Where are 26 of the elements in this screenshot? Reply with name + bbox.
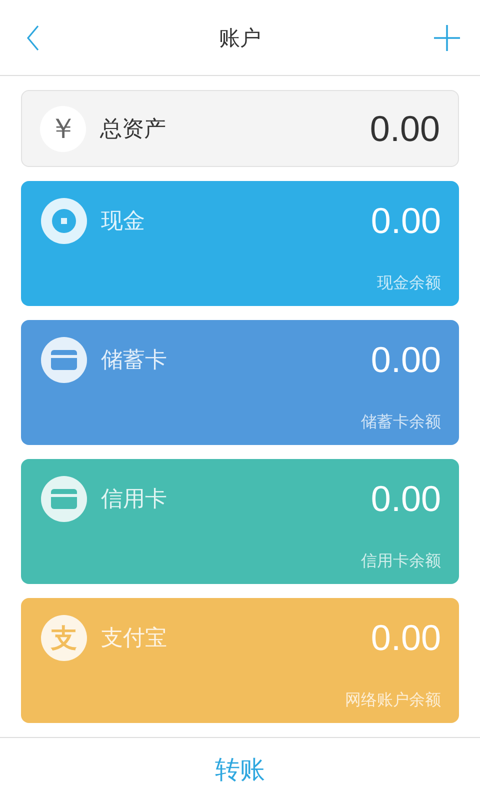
account-amount: 0.00	[370, 200, 441, 242]
account-card[interactable]: 信用卡 0.00 信用卡余额	[21, 459, 459, 584]
account-amount: 0.00	[370, 478, 441, 520]
alipay-icon: 支	[41, 615, 87, 661]
balance-caption: 信用卡余额	[361, 551, 441, 572]
account-name: 支付宝	[101, 625, 168, 653]
total-assets-label: 总资产	[100, 116, 167, 144]
balance-caption: 网络账户余额	[345, 690, 441, 711]
account-card[interactable]: 现金 0.00 现金余额	[21, 181, 459, 306]
yen-icon: ￥	[40, 106, 86, 152]
add-icon[interactable]	[432, 22, 462, 52]
page-title: 账户	[219, 24, 261, 52]
card-icon	[41, 476, 87, 522]
account-card[interactable]: 储蓄卡 0.00 储蓄卡余额	[21, 320, 459, 445]
balance-caption: 现金余额	[377, 273, 441, 294]
account-name: 储蓄卡	[101, 347, 168, 375]
total-amount: 0.00	[370, 108, 440, 150]
account-amount: 0.00	[370, 617, 441, 659]
transfer-button[interactable]: 转账	[205, 748, 275, 790]
account-card[interactable]: 支 支付宝 0.00 网络账户余额	[21, 598, 459, 723]
balance-caption: 储蓄卡余额	[361, 412, 441, 433]
account-name: 现金	[101, 208, 146, 236]
account-amount: 0.00	[370, 339, 441, 381]
card-icon	[41, 337, 87, 383]
account-name: 信用卡	[101, 486, 168, 514]
coin-icon	[41, 198, 87, 244]
